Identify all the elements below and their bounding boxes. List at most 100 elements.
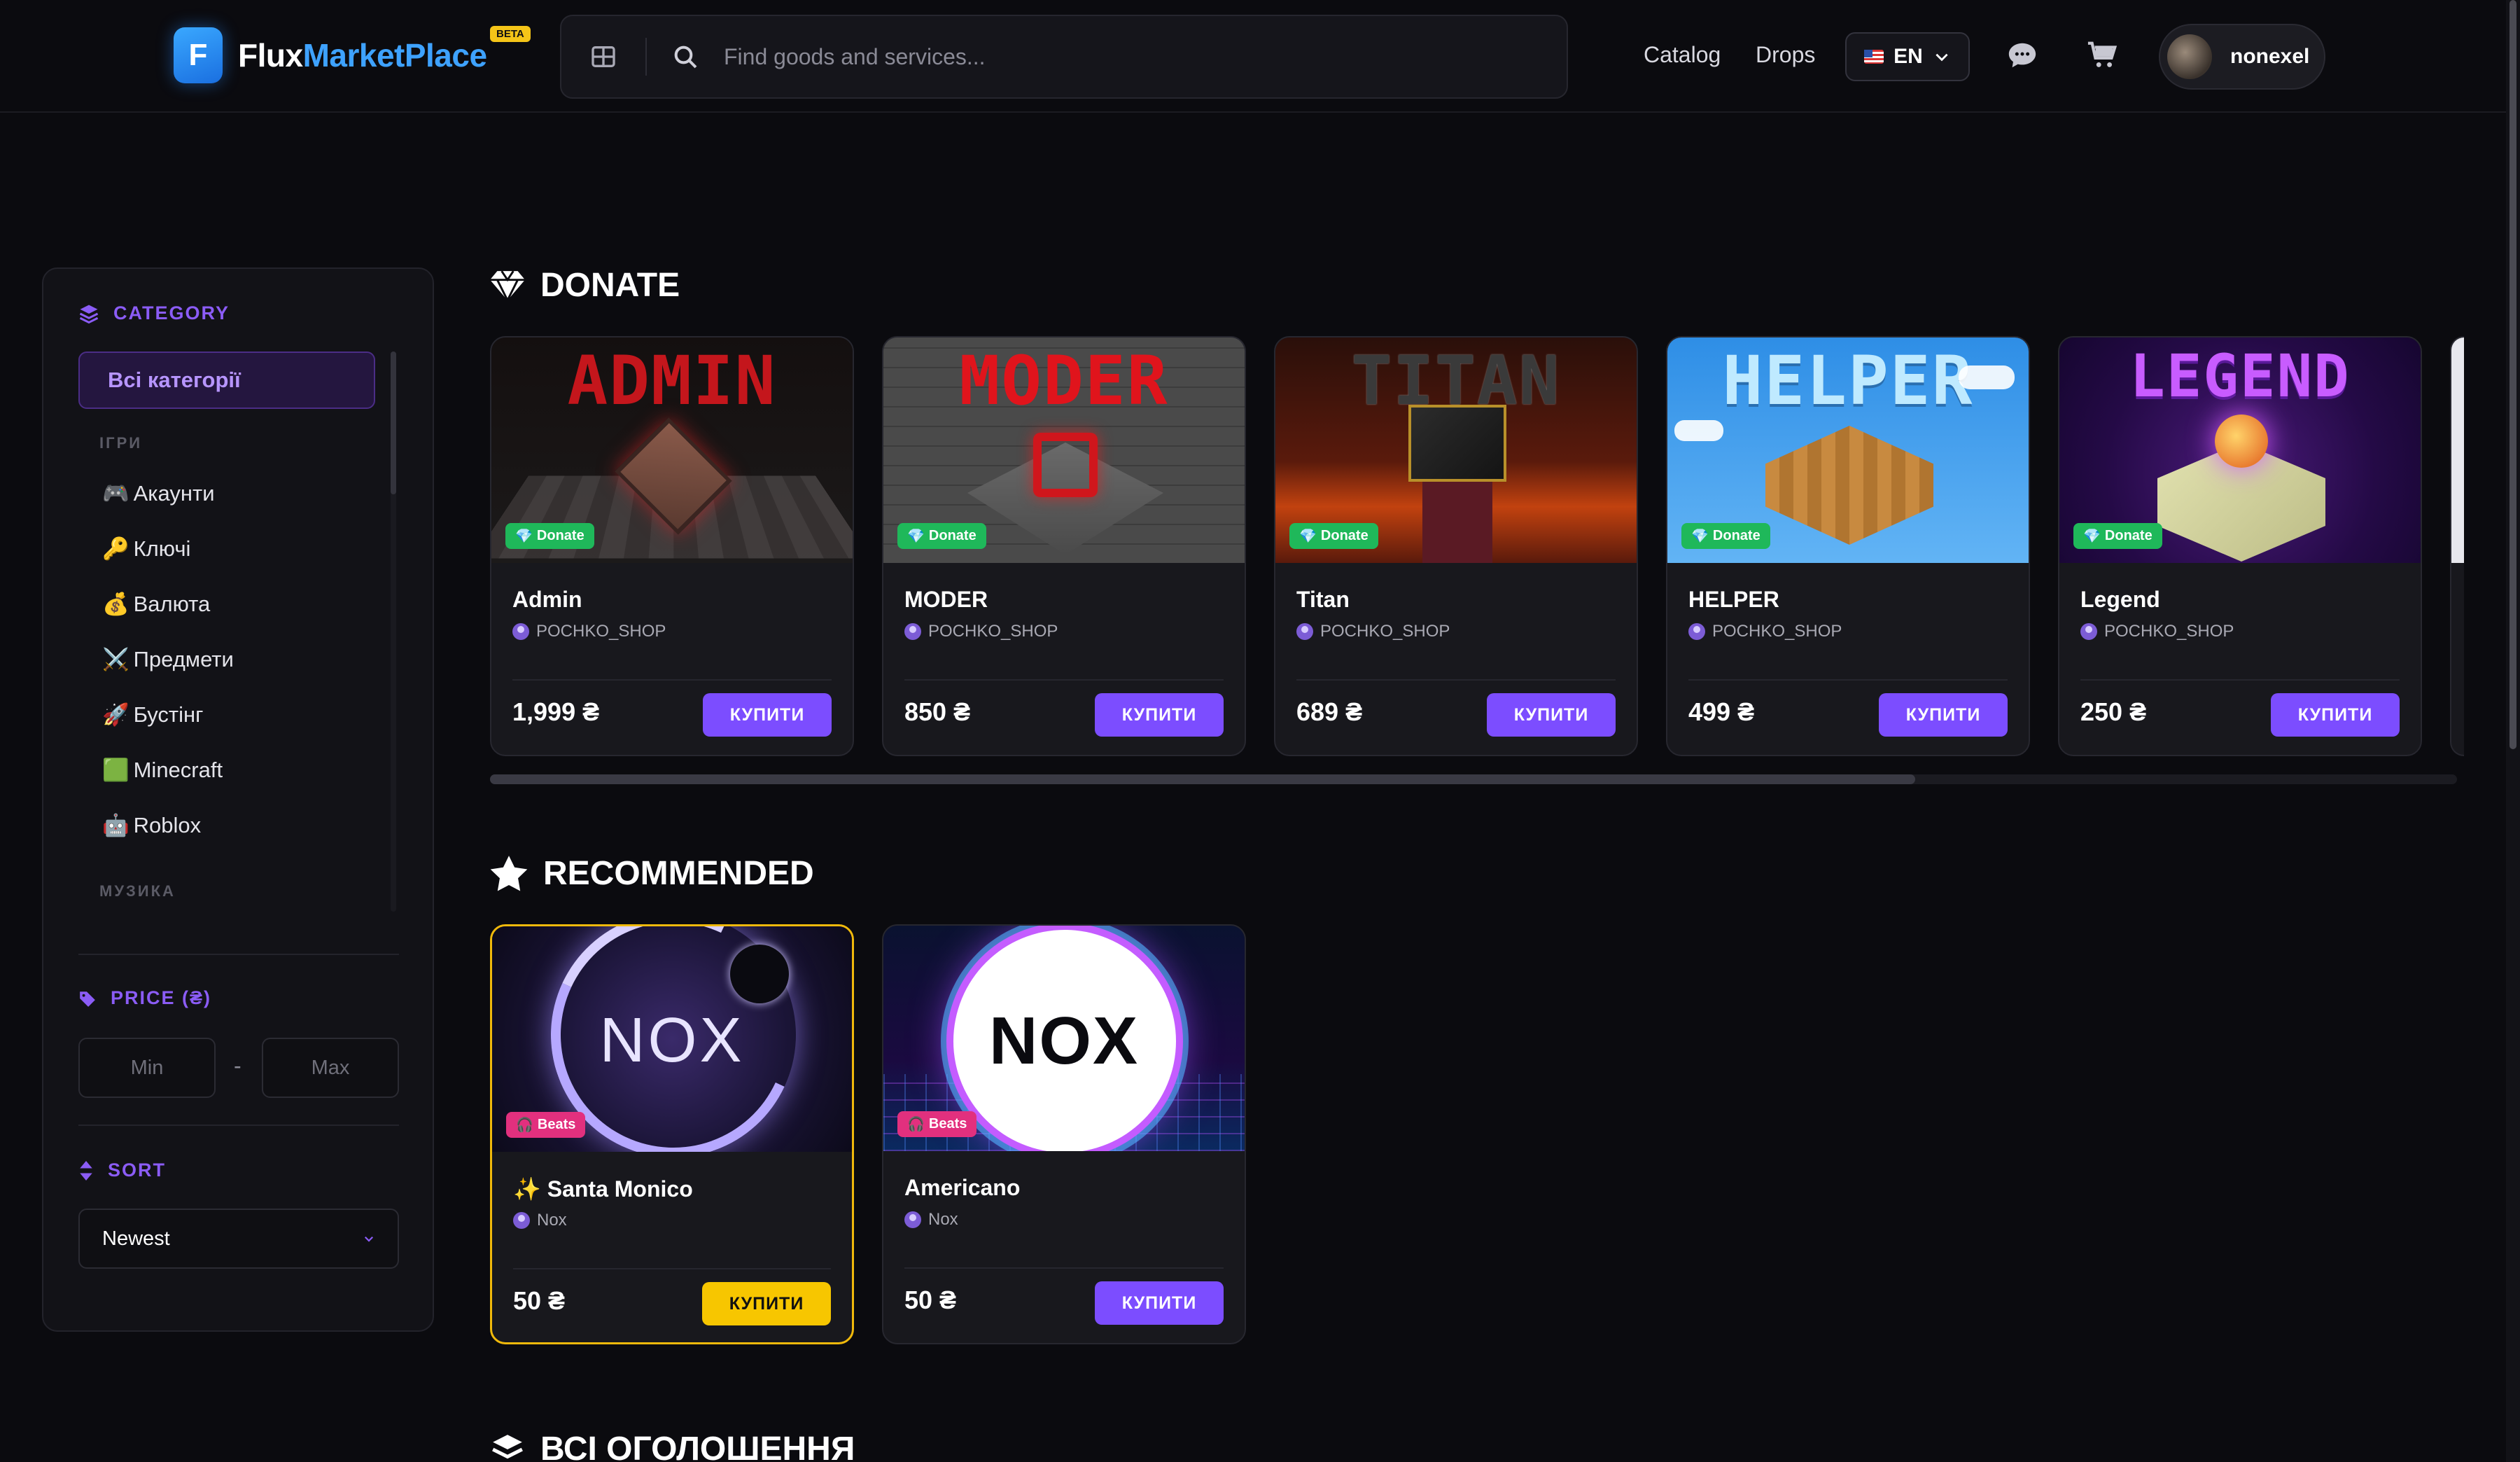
product-image-moder: MODER 💎 Donate (883, 337, 1245, 563)
seller-name: Nox (928, 1210, 958, 1229)
tag-label: Donate (928, 528, 976, 543)
product-card-legend[interactable]: LEGEND 💎 Donate Legend POCHKO_SHOP 250 ₴ … (2058, 336, 2422, 756)
category-item-minecraft[interactable]: 🟩 Minecraft (102, 757, 223, 783)
user-icon (512, 623, 529, 640)
filter-sidebar: CATEGORY Всі категорії ІГРИ 🎮 Акаунти 🔑 Кл… (42, 267, 434, 1332)
image-title: NOX (988, 1003, 1140, 1078)
logo[interactable]: F FluxMarketPlace BETA (174, 26, 531, 83)
image-title: LEGEND (2129, 342, 2351, 410)
category-item-roblox[interactable]: 🤖 Roblox (102, 812, 201, 838)
category-item-boosting[interactable]: 🚀 Бустінг (102, 702, 203, 727)
buy-button[interactable]: КУПИТИ (2271, 693, 2400, 737)
product-card-titan[interactable]: TITAN 💎 Donate Titan POCHKO_SHOP 689 ₴ КУ… (1274, 336, 1638, 756)
beta-badge: BETA (490, 26, 531, 42)
user-icon (904, 623, 921, 640)
donate-carousel-scrollbar-thumb[interactable] (490, 774, 1915, 784)
page-scrollbar-thumb[interactable] (2510, 0, 2516, 749)
seller-name: POCHKO_SHOP (1712, 622, 1842, 641)
category-item-currency[interactable]: 💰 Валюта (102, 591, 210, 617)
green-square-icon: 🟩 (102, 758, 130, 782)
seller[interactable]: Nox (513, 1211, 567, 1230)
avatar (2167, 34, 2212, 79)
user-icon (1296, 623, 1313, 640)
user-icon (2080, 623, 2097, 640)
announcements-title: ВСІ ОГОЛОШЕННЯ (540, 1430, 855, 1462)
rocket-icon: 🚀 (102, 702, 130, 727)
seller[interactable]: POCHKO_SHOP (904, 622, 1058, 641)
buy-button[interactable]: КУПИТИ (1095, 1281, 1224, 1325)
seller[interactable]: POCHKO_SHOP (1296, 622, 1450, 641)
seller[interactable]: Nox (904, 1210, 958, 1230)
next-card-peek[interactable] (2450, 336, 2464, 756)
page-scrollbar[interactable] (2506, 0, 2520, 1462)
category-label: Roblox (133, 812, 202, 837)
price-max-input[interactable] (262, 1038, 399, 1098)
seller[interactable]: POCHKO_SHOP (1688, 622, 1842, 641)
star-icon (490, 855, 528, 891)
recommended-title: RECOMMENDED (543, 855, 814, 892)
product-card-moder[interactable]: MODER 💎 Donate MODER POCHKO_SHOP 850 ₴ КУ… (882, 336, 1246, 756)
product-name: Titan (1296, 587, 1350, 612)
chat-icon[interactable] (2006, 39, 2038, 71)
user-menu[interactable]: nonexel (2159, 24, 2325, 90)
category-item-items[interactable]: ⚔️ Предмети (102, 646, 234, 672)
diamond-icon: 💎 (1299, 529, 1317, 544)
language-label: EN (1893, 45, 1923, 68)
product-card-santa-monico[interactable]: NOX 🎧 Beats ✨ Santa Monico Nox 50 ₴ КУПИТ… (490, 924, 854, 1344)
sort-select[interactable]: Newest (78, 1209, 399, 1269)
recommended-section-title: RECOMMENDED (490, 854, 814, 893)
donate-carousel-scrollbar[interactable] (490, 774, 2457, 784)
buy-button[interactable]: КУПИТИ (702, 1282, 831, 1325)
buy-button[interactable]: КУПИТИ (1879, 693, 2008, 737)
seller[interactable]: POCHKO_SHOP (2080, 622, 2234, 641)
price-min-input[interactable] (78, 1038, 216, 1098)
buy-button[interactable]: КУПИТИ (703, 693, 832, 737)
tag-label: Donate (536, 528, 584, 543)
next-card-image (2451, 337, 2464, 563)
nav-drops[interactable]: Drops (1756, 42, 1815, 68)
seller[interactable]: POCHKO_SHOP (512, 622, 666, 641)
product-card-admin[interactable]: ADMIN 💎 Donate Admin POCHKO_SHOP 1,999 ₴ … (490, 336, 854, 756)
robot-icon: 🤖 (102, 813, 130, 837)
barrier-icon (1033, 433, 1098, 497)
seller-name: POCHKO_SHOP (1320, 622, 1450, 641)
sidebar-divider (78, 1125, 399, 1126)
layers-icon (79, 305, 99, 323)
product-card-helper[interactable]: HELPER 💎 Donate HELPER POCHKO_SHOP 499 ₴ … (1666, 336, 2030, 756)
card-divider (904, 1267, 1224, 1269)
buy-button[interactable]: КУПИТИ (1095, 693, 1224, 737)
product-name: ✨ Santa Monico (513, 1176, 693, 1202)
logo-badge: F (174, 27, 223, 83)
product-name: MODER (904, 587, 988, 612)
language-selector[interactable]: EN (1845, 32, 1970, 81)
category-label: Бустінг (133, 702, 204, 727)
sort-title: SORT (108, 1160, 167, 1181)
nav-catalog[interactable]: Catalog (1644, 42, 1721, 68)
search-input[interactable] (724, 43, 1567, 70)
beats-tag: 🎧 Beats (897, 1111, 977, 1137)
buy-button[interactable]: КУПИТИ (1487, 693, 1616, 737)
product-image-helper: HELPER 💎 Donate (1667, 337, 2029, 563)
logo-text: FluxMarketPlace (238, 36, 487, 74)
product-price: 50 ₴ (513, 1286, 566, 1315)
crafting-table (1765, 426, 1933, 545)
product-price: 850 ₴ (904, 697, 971, 726)
sidebar-divider (78, 954, 399, 955)
image-title: MODER (959, 342, 1169, 420)
category-title: CATEGORY (113, 302, 230, 323)
tag-icon (80, 991, 95, 1007)
catalog-grid-button[interactable] (561, 16, 645, 97)
category-item-keys[interactable]: 🔑 Ключі (102, 536, 190, 562)
donate-tag: 💎 Donate (505, 523, 594, 549)
cart-icon[interactable] (2086, 39, 2120, 71)
product-card-americano[interactable]: NOX 🎧 Beats Americano Nox 50 ₴ КУПИТИ (882, 924, 1246, 1344)
category-scrollbar[interactable] (391, 351, 396, 912)
tag-label: Beats (537, 1117, 576, 1132)
card-divider (2080, 679, 2400, 681)
category-all[interactable]: Всі категорії (78, 351, 375, 409)
category-item-accounts[interactable]: 🎮 Акаунти (102, 480, 215, 506)
grid-icon (592, 46, 615, 67)
card-divider (512, 679, 832, 681)
search-icon-wrap (647, 43, 724, 71)
category-scrollbar-thumb[interactable] (391, 351, 396, 494)
